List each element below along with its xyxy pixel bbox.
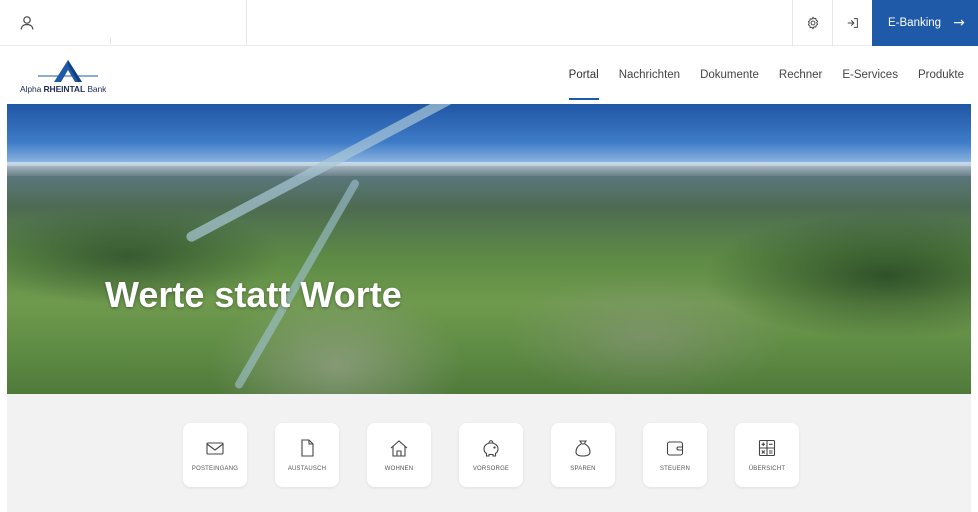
- arrow-right-icon: →: [953, 15, 965, 31]
- quicklink-austausch[interactable]: AUSTAUSCH: [275, 423, 339, 487]
- logo-text: Alpha RHEINTAL Bank: [20, 84, 107, 94]
- divider: [110, 38, 111, 44]
- piggy-bank-icon: [483, 440, 499, 457]
- nav-rechner[interactable]: Rechner: [779, 46, 822, 104]
- user-icon[interactable]: [18, 14, 36, 32]
- hero-banner: Werte statt Worte: [7, 104, 971, 394]
- quicklink-label: VORSORGE: [472, 466, 510, 472]
- bank-logo[interactable]: Alpha RHEINTAL Bank: [20, 56, 120, 96]
- nav-e-services[interactable]: E-Services: [842, 46, 898, 104]
- quicklink-label: ÜBERSICHT: [748, 466, 786, 472]
- gear-icon: [807, 16, 818, 30]
- quicklinks-section: POSTEINGANG AUSTAUSCH WOHNEN VORSORGE SP…: [7, 394, 971, 512]
- calculator-icon: [758, 439, 776, 457]
- nav-dokumente[interactable]: Dokumente: [700, 46, 759, 104]
- nav-portal[interactable]: Portal: [568, 46, 599, 104]
- hero-mountain-ridge: [7, 162, 971, 176]
- logo-mark-icon: [38, 60, 98, 82]
- quicklink-wohnen[interactable]: WOHNEN: [367, 423, 431, 487]
- house-icon: [390, 440, 408, 457]
- quicklink-label: SPAREN: [570, 466, 596, 472]
- quicklink-uebersicht[interactable]: ÜBERSICHT: [735, 423, 799, 487]
- money-bag-icon: [575, 440, 591, 457]
- quicklink-label: STEUERN: [659, 466, 691, 472]
- quicklink-label: POSTEINGANG: [191, 466, 239, 472]
- quicklink-vorsorge[interactable]: VORSORGE: [459, 423, 523, 487]
- user-menu[interactable]: [0, 0, 247, 46]
- nav-nachrichten[interactable]: Nachrichten: [619, 46, 680, 104]
- top-utility-bar: E-Banking →: [0, 0, 978, 46]
- quicklink-sparen[interactable]: SPAREN: [551, 423, 615, 487]
- quicklink-label: AUSTAUSCH: [287, 466, 327, 472]
- document-icon: [301, 439, 314, 457]
- main-header: Alpha RHEINTAL Bank Portal Nachrichten D…: [0, 46, 978, 104]
- ebanking-label: E-Banking: [888, 17, 942, 29]
- quicklink-steuern[interactable]: STEUERN: [643, 423, 707, 487]
- top-spacer: [248, 0, 791, 46]
- quicklink-label: WOHNEN: [384, 466, 414, 472]
- login-button[interactable]: [832, 0, 872, 46]
- ebanking-button[interactable]: E-Banking →: [872, 0, 978, 46]
- envelope-icon: [206, 442, 224, 455]
- wallet-icon: [666, 441, 684, 456]
- nav-produkte[interactable]: Produkte: [918, 46, 964, 104]
- quicklink-posteingang[interactable]: POSTEINGANG: [183, 423, 247, 487]
- login-icon: [847, 18, 858, 28]
- main-navigation: Portal Nachrichten Dokumente Rechner E-S…: [568, 46, 964, 104]
- quicklinks-list: POSTEINGANG AUSTAUSCH WOHNEN VORSORGE SP…: [183, 423, 799, 487]
- hero-title: Werte statt Worte: [105, 274, 402, 315]
- settings-button[interactable]: [792, 0, 832, 46]
